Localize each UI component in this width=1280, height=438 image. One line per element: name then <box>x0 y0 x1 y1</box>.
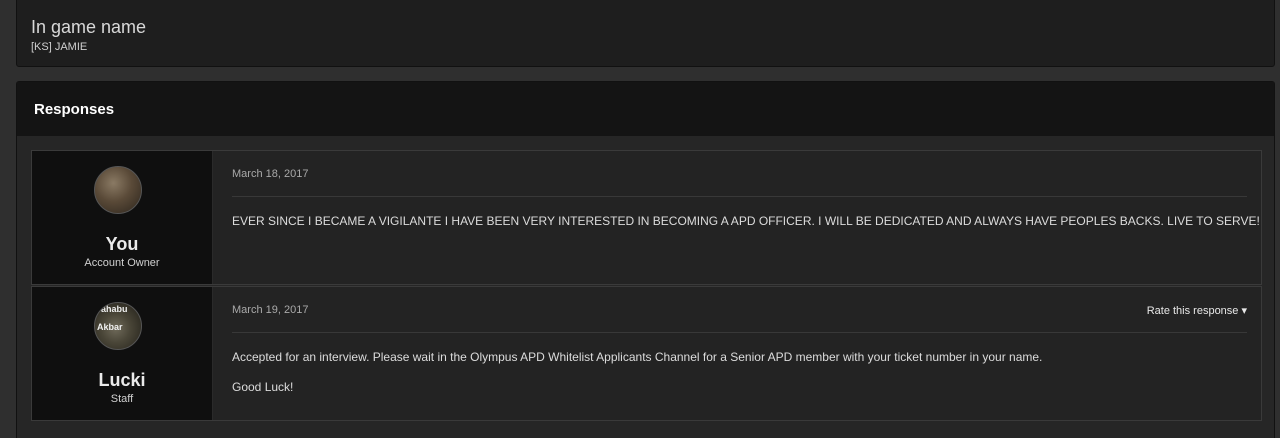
divider <box>232 196 1247 197</box>
post-date: March 18, 2017 <box>232 168 309 180</box>
divider <box>232 332 1247 333</box>
response-post: ahabu Akbar Lucki Staff March 19, 2017 R… <box>31 286 1262 421</box>
responses-title: Responses <box>34 101 115 118</box>
post-text: Good Luck! <box>232 380 294 394</box>
avatar[interactable] <box>94 166 142 214</box>
avatar[interactable]: ahabu Akbar <box>94 302 142 350</box>
post-text: EVER SINCE I BECAME A VIGILANTE I HAVE B… <box>232 214 1260 228</box>
author-name[interactable]: You <box>32 234 212 255</box>
avatar-text: ahabu <box>101 304 128 314</box>
author-panel: You Account Owner <box>32 151 213 284</box>
post-text: Accepted for an interview. Please wait i… <box>232 350 1043 364</box>
author-role: Account Owner <box>84 257 160 269</box>
responses-header: Responses <box>17 82 1274 136</box>
post-content: March 19, 2017 Rate this response ▾ Acce… <box>232 287 1247 420</box>
field-title: In game name <box>31 17 147 37</box>
author-role: Staff <box>110 393 134 405</box>
response-post: You Account Owner March 18, 2017 EVER SI… <box>31 150 1262 285</box>
avatar-text: Akbar <box>97 322 123 332</box>
in-game-name-field: In game name [KS] JAMIE <box>16 0 1275 67</box>
post-date: March 19, 2017 <box>232 304 309 316</box>
author-panel: ahabu Akbar Lucki Staff <box>32 287 213 420</box>
author-name[interactable]: Lucki <box>32 370 212 391</box>
post-content: March 18, 2017 EVER SINCE I BECAME A VIG… <box>232 151 1260 284</box>
rate-response-button[interactable]: Rate this response ▾ <box>1147 304 1247 317</box>
field-value: [KS] JAMIE <box>31 41 88 53</box>
responses-panel: Responses You Account Owner March 18, 20… <box>16 81 1275 438</box>
